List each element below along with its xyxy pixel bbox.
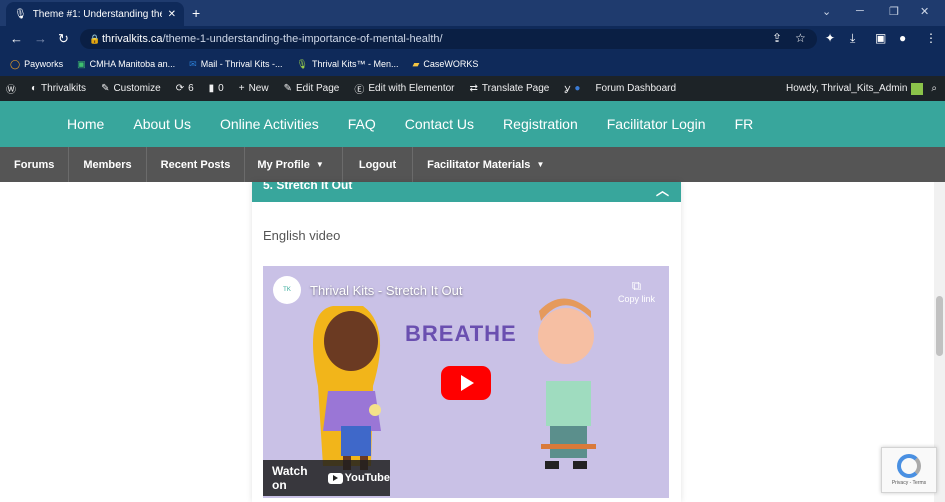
copy-link-button[interactable]: ⧉ Copy link: [618, 278, 655, 304]
payworks-icon: ◯: [10, 58, 21, 69]
lock-icon: 🔒: [89, 34, 101, 44]
share-icon[interactable]: ⇪: [772, 31, 782, 45]
thrival-icon: 🎙: [296, 58, 308, 69]
nav-about-us[interactable]: About Us: [133, 116, 191, 132]
play-icon: [461, 375, 474, 391]
nav-registration[interactable]: Registration: [503, 116, 578, 132]
dashboard-icon: ◐: [31, 83, 38, 94]
accordion-header[interactable]: 5. Stretch It Out ︿: [252, 182, 681, 202]
close-icon[interactable]: ✕: [168, 9, 176, 20]
bookmark-thrival[interactable]: 🎙 Thrival Kits™ - Men...: [297, 59, 399, 70]
bookmark-cmha[interactable]: ▣ CMHA Manitoba an...: [77, 59, 175, 70]
status-dot-icon: ●: [574, 83, 581, 94]
wp-forum-dashboard-link[interactable]: Forum Dashboard: [595, 83, 676, 94]
wp-admin-bar: Ⓦ ◐ Thrivalkits ✎ Customize ⟳ 6 ▮ 0 + New ✎ Ed…: [0, 76, 945, 101]
main-nav: Home About Us Online Activities FAQ Cont…: [0, 101, 945, 147]
wp-comments-link[interactable]: ▮ 0: [209, 83, 224, 94]
bookmark-caseworks[interactable]: ▰ CaseWORKS: [413, 59, 479, 70]
wp-edit-page-link[interactable]: ✎ Edit Page: [284, 83, 340, 94]
wp-translate-link[interactable]: ⇄ Translate Page: [470, 83, 550, 94]
new-tab-icon[interactable]: +: [192, 5, 200, 21]
brush-icon: ✎: [101, 83, 110, 94]
play-button[interactable]: [441, 366, 491, 400]
nav-online-activities[interactable]: Online Activities: [220, 116, 319, 132]
subnav-forums[interactable]: Forums: [0, 147, 70, 182]
chevron-down-icon[interactable]: ⌄: [822, 5, 831, 18]
wp-customize-link[interactable]: ✎ Customize: [101, 83, 161, 94]
forward-icon[interactable]: →: [34, 31, 47, 46]
sub-nav: Forums Members Recent Posts My Profile ▼ …: [0, 147, 945, 182]
video-language-label: English video: [263, 228, 341, 243]
translate-icon: ⇄: [469, 83, 478, 94]
caret-down-icon: ▼: [536, 160, 545, 169]
cmha-icon: ▣: [77, 58, 86, 69]
tab-title: Theme #1: Understanding the Im: [32, 8, 162, 20]
content-panel: 5. Stretch It Out ︿ English video TK Thr…: [252, 182, 681, 502]
comment-icon: ▮: [208, 83, 215, 94]
url-domain: thrivalkits.ca: [102, 33, 163, 45]
favicon-icon: 🎙: [14, 8, 27, 20]
download-icon[interactable]: ⤓: [850, 31, 855, 46]
wordpress-icon[interactable]: Ⓦ: [6, 81, 16, 96]
profile-icon[interactable]: ●: [899, 31, 906, 45]
subnav-logout[interactable]: Logout: [343, 147, 414, 182]
chevron-up-icon[interactable]: ︿: [656, 182, 669, 199]
elementor-icon: Ⓔ: [354, 85, 365, 96]
yoast-icon: Ỿ: [564, 84, 571, 96]
minimize-icon[interactable]: ─: [856, 5, 864, 17]
nav-faq[interactable]: FAQ: [348, 116, 376, 132]
wp-updates-link[interactable]: ⟳ 6: [176, 83, 194, 94]
folder-icon: ▰: [412, 58, 420, 69]
extensions-icon[interactable]: ✦: [825, 31, 835, 45]
updates-icon: ⟳: [175, 83, 185, 94]
bookmarks-bar: ◯ Payworks ▣ CMHA Manitoba an... ✉ Mail - T…: [0, 52, 945, 76]
wp-howdy-link[interactable]: Howdy, Thrival_Kits_Admin: [786, 82, 924, 95]
subnav-facilitator-materials[interactable]: Facilitator Materials ▼: [413, 147, 558, 182]
channel-logo[interactable]: TK: [273, 276, 301, 304]
accordion-title: 5. Stretch It Out: [263, 182, 353, 192]
nav-home[interactable]: Home: [67, 116, 104, 132]
plus-icon: +: [238, 83, 245, 94]
window-close-icon[interactable]: ✕: [920, 5, 929, 18]
wp-elementor-link[interactable]: Ⓔ Edit with Elementor: [354, 81, 454, 96]
bookmark-mail[interactable]: ✉ Mail - Thrival Kits -...: [189, 59, 282, 70]
nav-contact-us[interactable]: Contact Us: [405, 116, 474, 132]
browser-tab[interactable]: 🎙 Theme #1: Understanding the Im ✕: [6, 2, 184, 26]
browser-tabstrip: 🎙 Theme #1: Understanding the Im ✕ + ⌄ ─…: [0, 0, 945, 26]
subnav-recent-posts[interactable]: Recent Posts: [147, 147, 246, 182]
youtube-embed[interactable]: TK Thrival Kits - Stretch It Out ⧉ Copy …: [263, 266, 669, 498]
menu-icon[interactable]: ⋮: [925, 31, 937, 45]
search-icon[interactable]: ⌕: [931, 83, 937, 94]
wp-site-link[interactable]: ◐ Thrivalkits: [31, 83, 86, 94]
youtube-icon: [327, 472, 343, 484]
bookmark-star-icon[interactable]: ☆: [795, 31, 806, 45]
copy-icon: ⧉: [631, 278, 642, 293]
nav-facilitator-login[interactable]: Facilitator Login: [607, 116, 706, 132]
avatar: [911, 82, 924, 95]
caret-down-icon: ▼: [315, 160, 324, 169]
watch-on-youtube-button[interactable]: Watch on YouTube: [263, 460, 390, 496]
restore-icon[interactable]: ❐: [889, 5, 899, 18]
bookmark-payworks[interactable]: ◯ Payworks: [10, 59, 63, 70]
wp-new-link[interactable]: + New: [239, 83, 269, 94]
side-panel-icon[interactable]: ▣: [875, 31, 886, 45]
wp-yoast-link[interactable]: Ỿ ●: [564, 82, 580, 96]
video-overlay-text: BREATHE: [405, 321, 517, 346]
reload-icon[interactable]: ↻: [58, 31, 69, 47]
nav-fr[interactable]: FR: [735, 116, 754, 132]
url-path: /theme-1-understanding-the-importance-of…: [162, 33, 443, 45]
recaptcha-icon: [897, 454, 921, 478]
pencil-icon: ✎: [283, 83, 292, 94]
subnav-members[interactable]: Members: [69, 147, 147, 182]
url-field[interactable]: 🔒 thrivalkits.ca/theme-1-understanding-t…: [80, 29, 817, 49]
scrollbar-thumb[interactable]: [936, 296, 943, 356]
address-bar-row: ← → ↻ 🔒 thrivalkits.ca/theme-1-understan…: [0, 26, 945, 52]
video-title[interactable]: Thrival Kits - Stretch It Out: [310, 283, 462, 298]
mail-icon: ✉: [189, 58, 197, 69]
recaptcha-badge[interactable]: Privacy - Terms: [881, 447, 937, 493]
subnav-my-profile[interactable]: My Profile ▼: [245, 147, 343, 182]
back-icon[interactable]: ←: [10, 31, 23, 46]
